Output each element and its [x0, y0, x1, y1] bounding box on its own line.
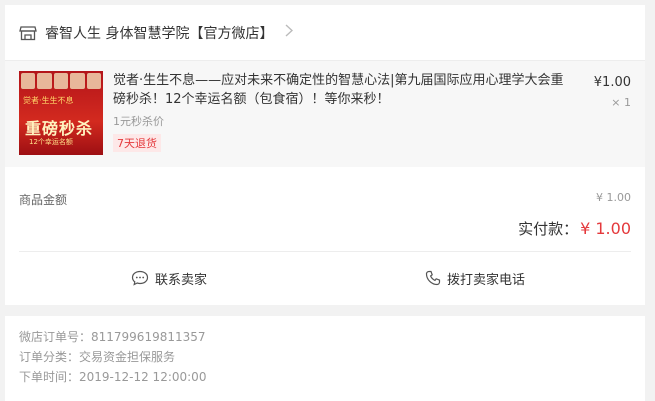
- order-time: 下单时间：2019-12-12 12:00:00: [19, 370, 207, 384]
- order-info-card: 微店订单号：811799619811357 订单分类：交易资金担保服务 下单时间…: [5, 316, 645, 401]
- shop-icon: [19, 24, 37, 42]
- order-number: 微店订单号：811799619811357: [19, 330, 206, 344]
- call-seller-label: 拨打卖家电话: [447, 272, 526, 288]
- shop-header[interactable]: 睿智人生 身体智慧学院【官方微店】: [5, 5, 645, 61]
- phone-icon: [425, 270, 441, 286]
- paid-label: 实付款：: [518, 220, 579, 238]
- goods-title: 觉者·生生不息——应对未来不确定性的智慧心法|第九届国际应用心理学大会重磅秒杀！…: [113, 73, 564, 107]
- shop-name: 睿智人生 身体智慧学院【官方微店】: [45, 25, 274, 42]
- paid-value: ¥ 1.00: [580, 219, 631, 238]
- goods-item[interactable]: 觉者·生生不息 重磅秒杀 12个幸运名额 觉者·生生不息——应对未来不确定性的智…: [5, 61, 645, 167]
- divider: [19, 251, 631, 252]
- goods-quantity: × 1: [611, 96, 631, 109]
- order-card: 睿智人生 身体智慧学院【官方微店】 觉者·生生不息 重磅秒杀 12个幸运名额 觉…: [5, 5, 645, 305]
- amount-label: 商品金额: [19, 193, 68, 207]
- amount-value: ¥ 1.00: [596, 191, 631, 204]
- thumb-faces: [21, 73, 102, 89]
- contact-seller-button[interactable]: 联系卖家: [131, 263, 207, 293]
- thumb-sub: 12个幸运名额: [29, 138, 73, 146]
- thumb-headline: 重磅秒杀: [25, 119, 94, 138]
- chat-icon: [131, 270, 149, 286]
- goods-price: ¥1.00: [593, 75, 631, 90]
- thumb-brand: 觉者·生生不息: [23, 96, 74, 105]
- goods-subtitle: 1元秒杀价: [113, 115, 164, 128]
- chevron-right-icon: [285, 24, 294, 41]
- order-category: 订单分类：交易资金担保服务: [19, 350, 176, 364]
- paid-row: 实付款： ¥ 1.00: [518, 218, 631, 239]
- return-policy-badge: 7天退货: [113, 134, 161, 152]
- call-seller-button[interactable]: 拨打卖家电话: [425, 263, 525, 293]
- goods-thumbnail: 觉者·生生不息 重磅秒杀 12个幸运名额: [19, 71, 103, 155]
- contact-seller-label: 联系卖家: [155, 272, 208, 288]
